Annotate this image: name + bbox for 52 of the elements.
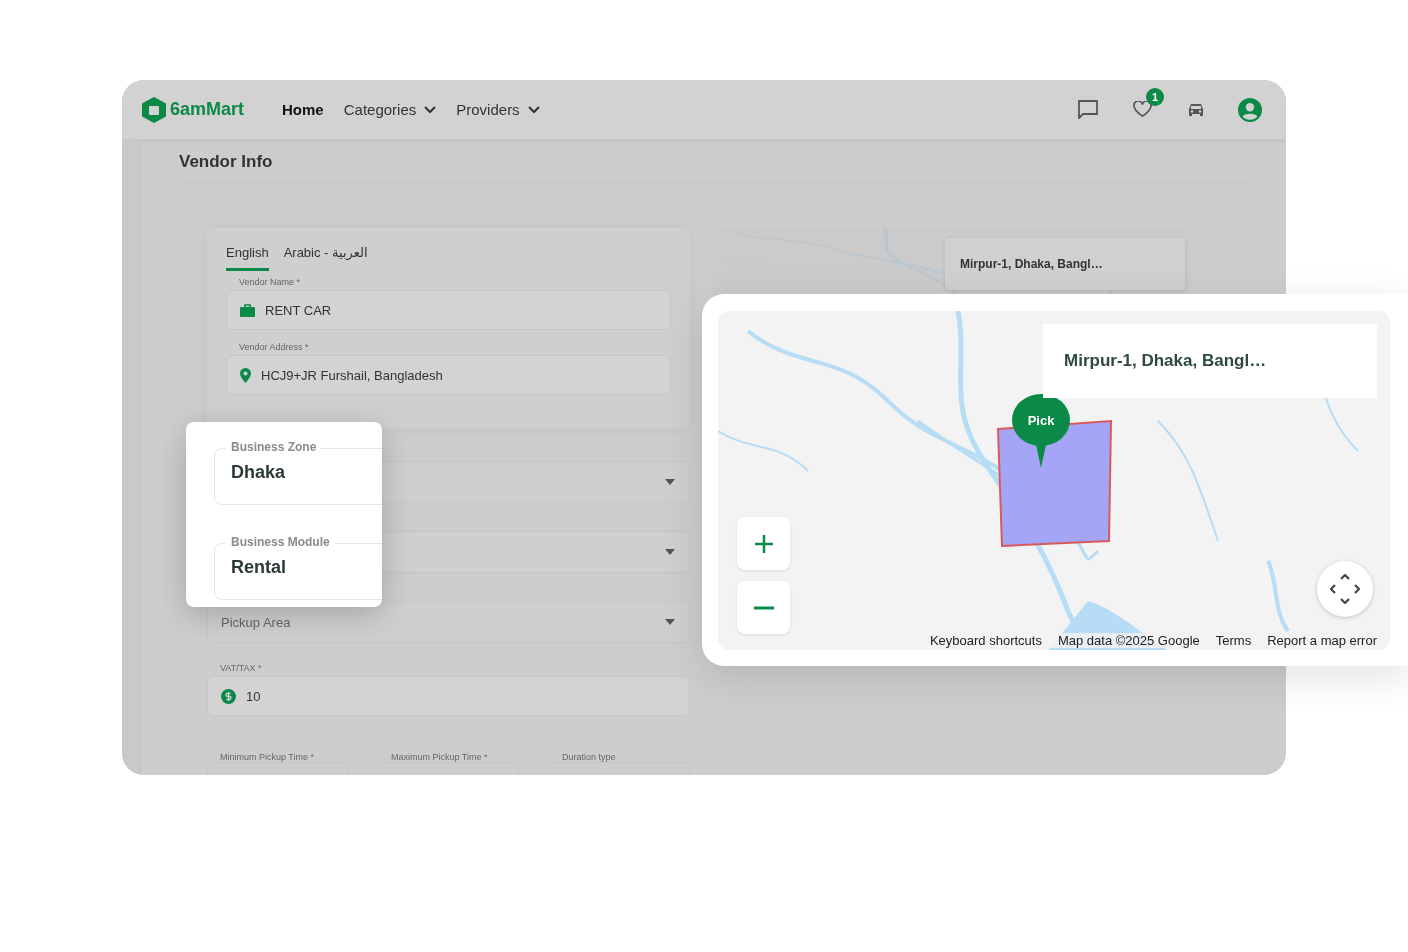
map-footer-link[interactable]: Map data ©2025 Google: [1057, 633, 1200, 648]
logo-icon: [142, 96, 166, 123]
language-tab[interactable]: English: [226, 243, 269, 271]
caret-icon: [665, 479, 675, 485]
map-search-box[interactable]: Mirpur-1, Dhaka, Bangl…: [945, 238, 1185, 290]
input-field[interactable]: RENT CAR: [226, 290, 671, 330]
car-icon: [1188, 102, 1204, 117]
location-pin-icon: [240, 367, 251, 383]
field-label: Vendor Address *: [239, 342, 310, 352]
dollar-icon: [221, 688, 236, 704]
field-value: HCJ9+JR Furshail, Bangladesh: [261, 367, 443, 383]
field-value: 10: [246, 688, 261, 704]
nav-link[interactable]: Providers: [456, 101, 540, 118]
field-label: Minimum Pickup Time *: [220, 752, 316, 762]
select-field[interactable]: Pickup Area: [207, 601, 690, 643]
plus-icon: [753, 533, 774, 554]
placeholder-text: Pickup Area: [221, 614, 291, 630]
heart-icon: [1132, 101, 1152, 118]
field-label: Maximum Pickup Time *: [391, 752, 489, 762]
zoom-in-button[interactable]: [737, 517, 790, 570]
four-arrows-icon: [1330, 574, 1360, 604]
field-value: RENT CAR: [265, 302, 332, 318]
map-footer-link[interactable]: Terms: [1215, 633, 1252, 648]
input-field[interactable]: 10: [207, 676, 690, 716]
field-label: Business Module: [226, 535, 335, 549]
zoom-out-button[interactable]: [737, 581, 790, 634]
input-field[interactable]: HCJ9+JR Furshail, Bangladesh: [226, 355, 671, 395]
field-value: Dhaka: [231, 462, 286, 482]
nav-link[interactable]: Home: [282, 101, 324, 118]
map-search-box[interactable]: Mirpur-1, Dhaka, Bangl…: [1043, 324, 1377, 398]
minus-icon: [753, 605, 774, 610]
nav-link[interactable]: Categories: [343, 101, 437, 118]
header-icon-button[interactable]: [1076, 97, 1100, 122]
map-footer-link[interactable]: Report a map error: [1267, 633, 1377, 648]
field-label: VAT/TAX *: [220, 663, 263, 673]
brand-name: 6amMart: [170, 99, 245, 120]
map-footer-link[interactable]: Keyboard shortcuts: [929, 633, 1042, 648]
briefcase-icon: [240, 303, 255, 317]
section-title: Vendor Info: [179, 152, 1246, 183]
field-value: Rental: [231, 557, 286, 577]
language-tab[interactable]: Arabic - العربية: [283, 243, 368, 271]
field-label: Duration type: [562, 752, 617, 762]
caret-icon: [665, 619, 675, 625]
chat-icon: [1078, 100, 1098, 119]
profile-icon: [1238, 96, 1262, 123]
field-label: Business Zone: [226, 440, 322, 454]
header-icon-button[interactable]: [1238, 97, 1262, 122]
count-badge: 1: [1146, 87, 1164, 106]
caret-icon: [665, 549, 675, 555]
chevron-down-icon: [527, 105, 540, 114]
field-label: Vendor Name *: [239, 277, 302, 287]
chevron-down-icon: [424, 105, 437, 114]
